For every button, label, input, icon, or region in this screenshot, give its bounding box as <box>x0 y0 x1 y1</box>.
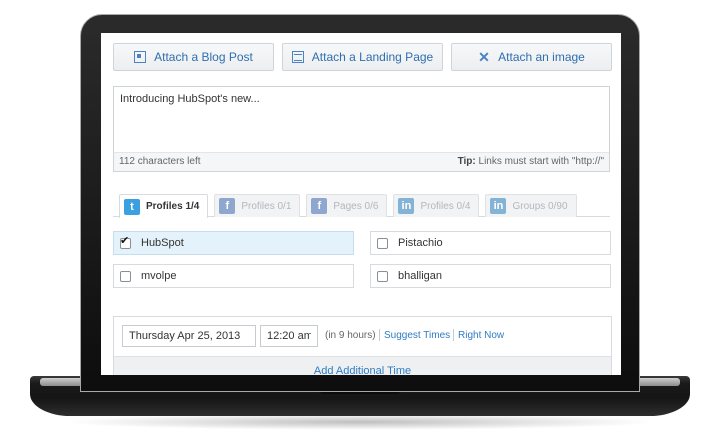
tab-linkedin-groups[interactable]: in Groups 0/90 <box>485 194 577 217</box>
profile-checkbox[interactable] <box>377 270 388 282</box>
attach-toolbar: Attach a Blog Post Attach a Landing Page… <box>113 43 612 71</box>
tab-linkedin-profiles[interactable]: in Profiles 0/4 <box>393 194 480 217</box>
tip-label: Tip: <box>457 156 476 167</box>
tab-facebook-pages[interactable]: f Pages 0/6 <box>306 194 388 217</box>
image-icon: ✕ <box>478 49 490 65</box>
time-input[interactable] <box>260 325 318 347</box>
profile-checkbox[interactable] <box>377 237 388 249</box>
characters-left: 112 characters left <box>119 156 201 167</box>
link-tip: Tip: Links must start with "http://" <box>458 156 604 167</box>
attach-blog-post-button[interactable]: Attach a Blog Post <box>113 43 274 71</box>
tab-label: Profiles 0/1 <box>241 200 292 212</box>
tab-facebook-profiles[interactable]: f Profiles 0/1 <box>214 194 301 217</box>
profile-checkbox[interactable] <box>120 270 131 282</box>
twitter-icon: t <box>124 198 140 215</box>
link-separator <box>453 329 454 341</box>
facebook-icon: f <box>311 198 328 214</box>
date-input[interactable] <box>122 325 256 347</box>
tab-label: Profiles 0/4 <box>420 200 471 212</box>
profile-name: mvolpe <box>141 270 177 282</box>
message-composer[interactable]: Introducing HubSpot's new... 112 charact… <box>113 86 610 172</box>
schedule-panel: (in 9 hours) Suggest Times Right Now Add… <box>113 316 612 375</box>
landing-page-icon <box>291 51 304 63</box>
add-additional-time-button[interactable]: Add Additional Time <box>114 356 611 375</box>
profile-item-hubspot[interactable]: HubSpot <box>113 231 354 255</box>
right-now-link[interactable]: Right Now <box>458 330 504 341</box>
blog-post-icon <box>134 51 147 63</box>
facebook-icon: f <box>219 198 236 214</box>
tab-label: Groups 0/90 <box>512 200 568 212</box>
attach-image-button[interactable]: ✕ Attach an image <box>451 43 612 71</box>
message-text[interactable]: Introducing HubSpot's new... <box>120 93 260 105</box>
profile-item-bhalligan[interactable]: bhalligan <box>370 264 611 288</box>
profile-name: Pistachio <box>398 237 443 249</box>
attach-landing-page-label: Attach a Landing Page <box>311 50 434 64</box>
attach-blog-post-label: Attach a Blog Post <box>154 50 253 64</box>
profile-checkbox[interactable] <box>120 234 131 249</box>
linkedin-icon: in <box>398 198 415 214</box>
profile-name: bhalligan <box>398 270 443 282</box>
tab-label: Profiles 1/4 <box>146 201 200 212</box>
tab-twitter-profiles[interactable]: t Profiles 1/4 <box>119 194 209 218</box>
profile-item-pistachio[interactable]: Pistachio <box>370 231 611 255</box>
relative-time: (in 9 hours) <box>325 330 376 341</box>
attach-image-label: Attach an image <box>498 50 585 64</box>
tab-label: Pages 0/6 <box>333 200 379 212</box>
network-tabs: t Profiles 1/4 f Profiles 0/1 f Pages 0/… <box>119 194 577 218</box>
link-separator <box>379 329 380 341</box>
composer-footer: 112 characters left Tip: Links must star… <box>114 152 609 171</box>
laptop-shadow <box>60 414 660 430</box>
profile-name: HubSpot <box>141 237 184 249</box>
linkedin-icon: in <box>490 198 507 214</box>
attach-landing-page-button[interactable]: Attach a Landing Page <box>282 43 443 71</box>
laptop-screen: Attach a Blog Post Attach a Landing Page… <box>101 33 621 375</box>
tip-text: Links must start with "http://" <box>478 156 604 167</box>
suggest-times-link[interactable]: Suggest Times <box>384 330 450 341</box>
profile-item-mvolpe[interactable]: mvolpe <box>113 264 354 288</box>
